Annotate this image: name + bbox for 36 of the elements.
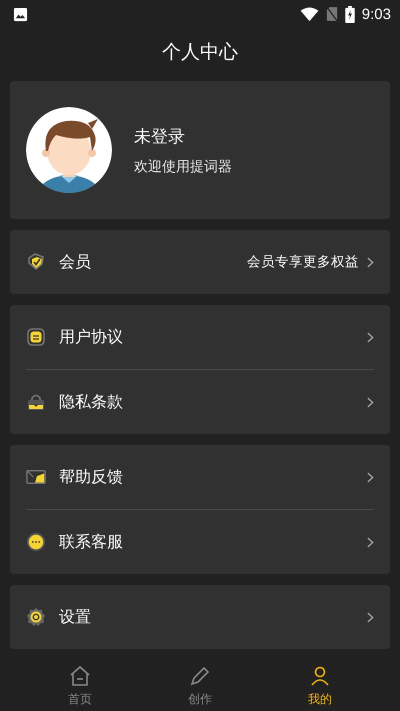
welcome-text: 欢迎使用提词器 — [134, 158, 232, 176]
menu-label: 用户协议 — [59, 326, 124, 348]
wifi-icon — [300, 6, 319, 22]
menu-item[interactable]: 用户协议 — [26, 305, 374, 369]
chevron-right-icon — [367, 536, 374, 548]
chevron-right-icon — [367, 256, 374, 268]
menu-label: 隐私条款 — [59, 392, 124, 412]
profile-card[interactable]: 未登录 欢迎使用提词器 — [10, 81, 390, 219]
lock-icon — [26, 392, 46, 412]
chat-bubble-icon — [26, 532, 46, 552]
status-time: 9:03 — [362, 6, 391, 22]
shield-check-icon — [26, 252, 46, 272]
nav-tab[interactable]: 首页 — [45, 664, 115, 708]
menu-label: 联系客服 — [59, 532, 124, 552]
menu-label: 会员 — [59, 252, 92, 272]
chevron-right-icon — [367, 396, 374, 408]
chevron-right-icon — [367, 472, 374, 482]
menu-label: 设置 — [59, 606, 92, 628]
nav-tab[interactable]: 创作 — [165, 664, 235, 708]
login-status: 未登录 — [134, 126, 186, 148]
gear-icon — [26, 607, 46, 627]
menu-item[interactable]: 联系客服 — [26, 509, 374, 574]
menu-label: 帮助反馈 — [59, 466, 124, 488]
no-sim-icon — [326, 6, 338, 22]
chevron-right-icon — [367, 612, 374, 622]
nav-tab[interactable]: 我的 — [285, 664, 355, 708]
chevron-right-icon — [367, 332, 374, 342]
member-benefits-text: 会员专享更多权益 — [247, 253, 359, 271]
envelope-icon — [26, 467, 46, 487]
document-icon — [26, 327, 46, 347]
home-icon — [68, 664, 92, 688]
menu-item[interactable]: 隐私条款 — [26, 369, 374, 434]
page-title: 个人中心 — [162, 40, 238, 65]
battery-icon — [344, 6, 355, 22]
menu-item[interactable]: 帮助反馈 — [26, 445, 374, 509]
gallery-icon — [13, 6, 28, 22]
